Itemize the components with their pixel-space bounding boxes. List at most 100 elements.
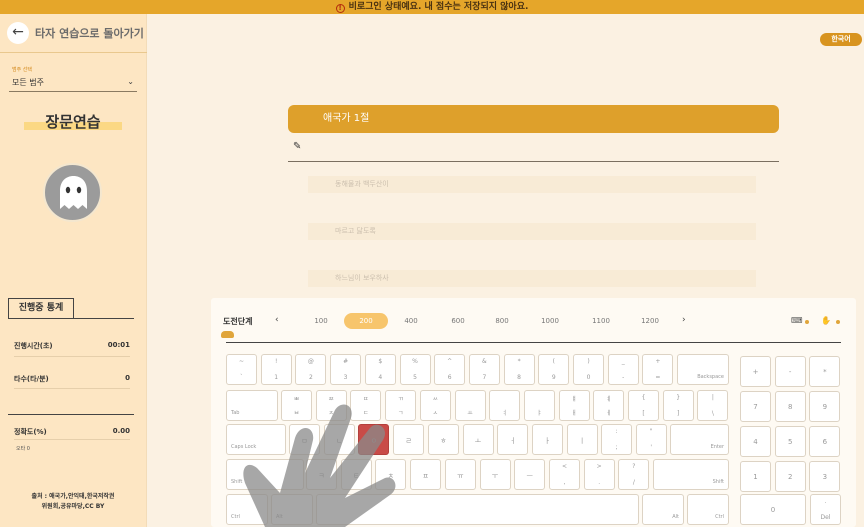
key[interactable]: ㅣ: [566, 424, 598, 455]
key[interactable]: }]: [662, 390, 694, 421]
numpad-del-key[interactable]: . Del: [810, 494, 841, 525]
key[interactable]: ㅁ: [289, 424, 320, 455]
category-select[interactable]: 모든 범주 ⌄: [9, 77, 137, 92]
level-option[interactable]: 1200: [630, 317, 670, 325]
key[interactable]: ㅉㅈ: [315, 390, 347, 421]
alt-right-key[interactable]: Alt: [642, 494, 684, 525]
key[interactable]: ㅍ: [410, 459, 442, 490]
key[interactable]: ㅖㅔ: [593, 390, 625, 421]
key[interactable]: (9: [538, 354, 570, 385]
key-char: ㅂ: [293, 410, 300, 417]
enter-key[interactable]: Enter: [670, 424, 729, 455]
keyboard-icon[interactable]: ⌨: [791, 316, 803, 325]
key-shift-char: ?: [632, 463, 636, 470]
key[interactable]: >.: [583, 459, 615, 490]
key-shift-char: (: [552, 358, 555, 365]
hand-icon[interactable]: ✋: [821, 316, 831, 325]
backspace-key[interactable]: Backspace: [677, 354, 729, 385]
numpad-key[interactable]: -: [774, 356, 806, 387]
key[interactable]: ㅓ: [497, 424, 529, 455]
key-char: -: [622, 374, 625, 381]
numpad-key[interactable]: 1: [740, 461, 771, 492]
key[interactable]: ㅜ: [479, 459, 511, 490]
key[interactable]: ㄸㄷ: [350, 390, 382, 421]
key[interactable]: ㅗ: [462, 424, 494, 455]
ctrl-left-key[interactable]: Ctrl: [226, 494, 268, 525]
caps-lock-key[interactable]: Caps Lock: [226, 424, 286, 455]
key[interactable]: % 5: [399, 354, 431, 385]
level-option[interactable]: 400: [391, 317, 431, 325]
key[interactable]: ㅎ: [427, 424, 459, 455]
key[interactable]: | \: [697, 390, 729, 421]
level-option[interactable]: 100: [301, 317, 341, 325]
key-char: ㅋ: [318, 471, 325, 480]
level-option[interactable]: 1000: [530, 317, 570, 325]
level-option[interactable]: 800: [482, 317, 522, 325]
key[interactable]: ㄹ: [393, 424, 425, 455]
key[interactable]: ㅕ: [489, 390, 521, 421]
key[interactable]: #3: [330, 354, 362, 385]
language-toggle[interactable]: 한국어: [820, 33, 862, 46]
key[interactable]: * 8: [503, 354, 535, 385]
key[interactable]: :;: [601, 424, 632, 455]
level-option[interactable]: 1100: [581, 317, 621, 325]
numpad-key[interactable]: 5: [774, 426, 806, 457]
key[interactable]: ㅛ: [454, 390, 486, 421]
key-label: Tab: [231, 410, 240, 416]
level-option[interactable]: 600: [438, 317, 478, 325]
numpad-key[interactable]: 4: [740, 426, 771, 457]
space-key[interactable]: [316, 494, 639, 525]
stat-typo: 오타 0: [16, 446, 30, 452]
key[interactable]: + =: [642, 354, 674, 385]
numpad-key[interactable]: 9: [809, 391, 841, 422]
numpad-key[interactable]: 2: [774, 461, 806, 492]
key[interactable]: ㅇ: [358, 424, 390, 455]
shift-left-key[interactable]: Shift: [226, 459, 304, 490]
key[interactable]: ㄴ: [323, 424, 355, 455]
key[interactable]: ! 1: [260, 354, 292, 385]
key[interactable]: _ -: [607, 354, 639, 385]
key[interactable]: & 7: [468, 354, 500, 385]
key[interactable]: ㅋ: [306, 459, 337, 490]
numpad-key[interactable]: +: [740, 356, 771, 387]
key[interactable]: ? /: [618, 459, 650, 490]
numpad-zero-key[interactable]: 0: [740, 494, 806, 525]
key[interactable]: $4: [364, 354, 396, 385]
key[interactable]: ㅆㅅ: [419, 390, 451, 421]
numpad-key[interactable]: 3: [809, 461, 841, 492]
key[interactable]: ㄲㄱ: [385, 390, 417, 421]
numpad-key[interactable]: *: [809, 356, 841, 387]
numpad-key[interactable]: 8: [774, 391, 806, 422]
ctrl-right-key[interactable]: Ctrl: [687, 494, 729, 525]
key[interactable]: ^ 6: [434, 354, 466, 385]
key[interactable]: ㅠ: [444, 459, 476, 490]
key[interactable]: {[: [628, 390, 659, 421]
chevron-left-icon[interactable]: ‹: [275, 315, 279, 325]
key[interactable]: ㅊ: [375, 459, 407, 490]
key[interactable]: ㅡ: [514, 459, 546, 490]
numpad-key[interactable]: 7: [740, 391, 771, 422]
key[interactable]: ) 0: [573, 354, 604, 385]
alt-left-key[interactable]: Alt: [271, 494, 313, 525]
key-shift-char: ~: [238, 358, 245, 365]
typing-input[interactable]: ✎: [288, 140, 779, 162]
key[interactable]: " ': [635, 424, 667, 455]
key-label: Shift: [231, 479, 243, 485]
sidebar: ← 타자 연습으로 돌아가기 범주 선택 모든 범주 ⌄ 장문연습 진행중 통계…: [0, 14, 147, 527]
key[interactable]: ㅃㅂ: [281, 390, 312, 421]
key[interactable]: ㅏ: [531, 424, 563, 455]
stat-accuracy: 정확도(%) 0.00: [14, 427, 130, 437]
shift-right-key[interactable]: Shift: [653, 459, 729, 490]
back-to-typing-button[interactable]: ← 타자 연습으로 돌아가기: [7, 22, 144, 44]
key[interactable]: ~ `: [226, 354, 257, 385]
level-option-active[interactable]: 200: [344, 313, 388, 329]
key[interactable]: ㅒㅐ: [558, 390, 590, 421]
key[interactable]: @2: [295, 354, 327, 385]
numpad-key[interactable]: 6: [809, 426, 841, 457]
chevron-right-icon[interactable]: ›: [682, 315, 686, 325]
key[interactable]: ㅑ: [523, 390, 555, 421]
key[interactable]: <,: [549, 459, 580, 490]
tab-key[interactable]: Tab: [226, 390, 278, 421]
key[interactable]: ㅌ: [340, 459, 372, 490]
key-label: Caps Lock: [231, 444, 257, 450]
